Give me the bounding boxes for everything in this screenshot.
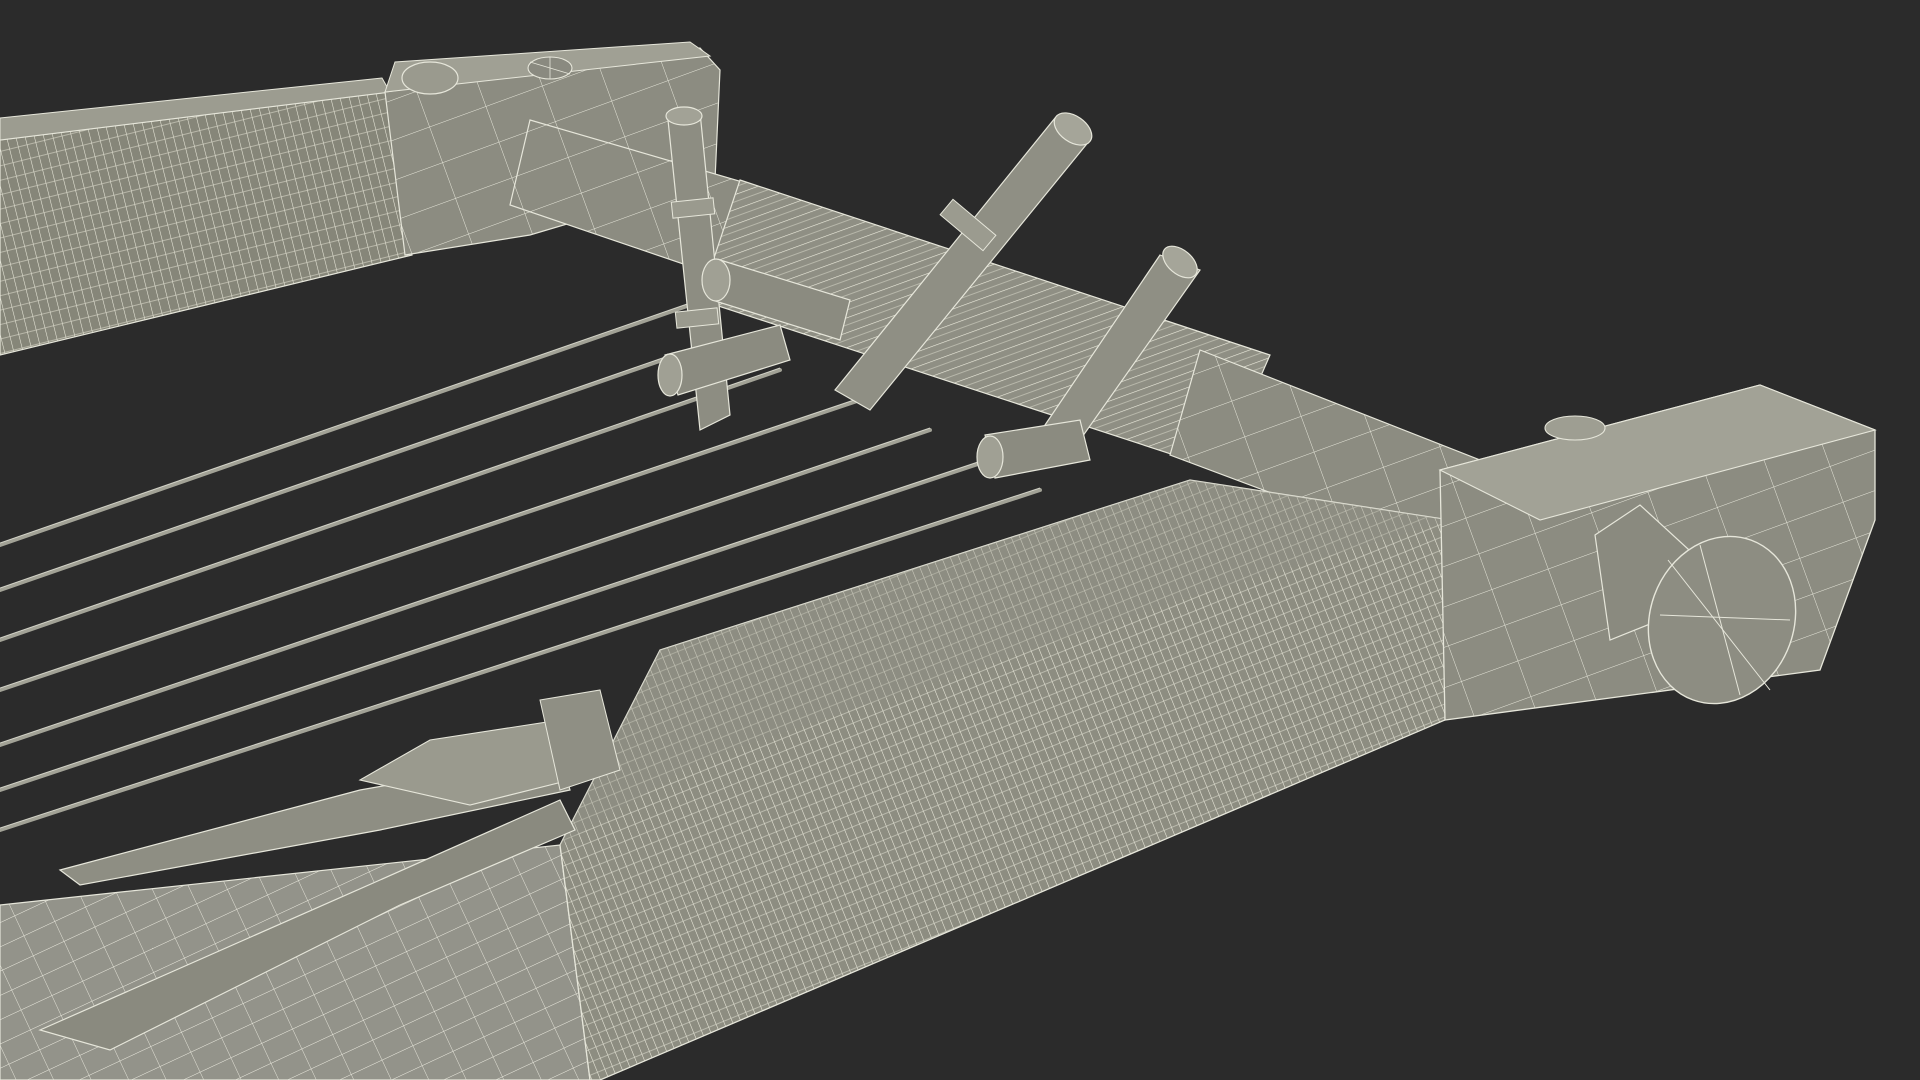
3d-viewport[interactable]	[0, 0, 1920, 1080]
